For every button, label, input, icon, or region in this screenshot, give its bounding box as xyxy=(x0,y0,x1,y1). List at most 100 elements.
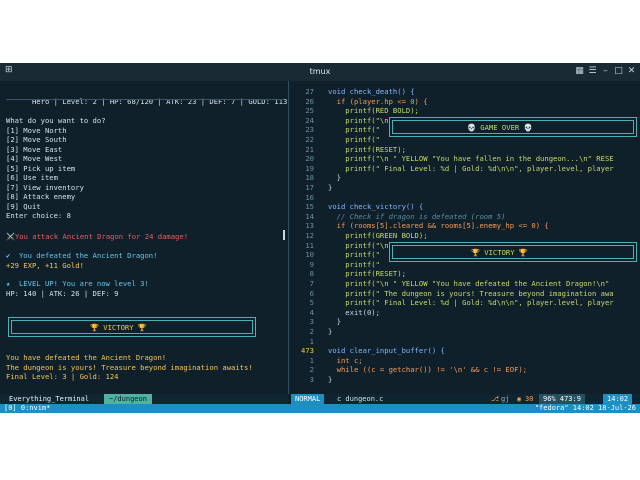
line-text: if (player.hp <= 0) { xyxy=(328,96,428,106)
file-name: c dungeon.c xyxy=(337,395,384,403)
cursor xyxy=(283,230,285,240)
code-line[interactable]: 16 xyxy=(291,193,640,203)
line-number: 20 xyxy=(305,154,314,164)
line-text: } xyxy=(328,173,341,183)
line-number: 1 xyxy=(309,355,314,365)
code-line[interactable]: 21 printf(RESET); xyxy=(291,145,640,155)
maximize-icon[interactable]: □ xyxy=(614,66,623,76)
prompt-text: What do you want to do? xyxy=(6,116,106,125)
code-line[interactable]: 2 while ((c = getchar()) != '\n' && c !=… xyxy=(291,365,640,375)
game-pane[interactable]: Hero | Level: 2 | HP: 68/120 | ATK: 23 |… xyxy=(0,81,287,394)
code-line[interactable]: 6 printf(" The dungeon is yours! Treasur… xyxy=(291,289,640,299)
status-path: ~/dungeon xyxy=(104,394,152,404)
line-number: 4 xyxy=(309,307,314,317)
pane-divider[interactable] xyxy=(288,81,289,394)
clock: 14:02 xyxy=(603,394,633,404)
mode-indicator: NORMAL xyxy=(291,394,325,404)
menu-icon[interactable]: ☰ xyxy=(588,66,597,76)
line-number: 473 xyxy=(301,346,314,356)
line-text: printf("\n " YELLOW "You have defeated t… xyxy=(328,279,610,288)
line-number: 3 xyxy=(309,317,314,327)
warning-count: 30 xyxy=(525,395,534,403)
terminal-window: ⊞ tmux ▦ ☰ – □ ✕ Hero | Level: 2 | HP: 6… xyxy=(0,63,640,413)
code-line[interactable]: 25 printf(RED BOLD); xyxy=(291,106,640,116)
close-icon[interactable]: ✕ xyxy=(627,66,636,76)
line-number: 7 xyxy=(309,279,314,288)
defeated-message: ✔ You defeated the Ancient Dragon! xyxy=(6,251,158,260)
cursor-position: 96% 473:9 xyxy=(539,394,585,404)
new-stats: HP: 140 | ATK: 26 | DEF: 9 xyxy=(6,289,119,298)
code-line[interactable]: 18 } xyxy=(291,173,640,183)
vim-statusline: NORMAL c dungeon.c ⎇ gj ◉ 30 96% 473:9 1… xyxy=(291,394,640,404)
status-left: Everything_Terminal xyxy=(6,394,93,404)
line-number: 8 xyxy=(309,269,314,279)
line-number: 5 xyxy=(309,298,314,308)
line-number: 24 xyxy=(305,115,314,125)
line-text: if (rooms[5].cleared && rooms[5].enemy_h… xyxy=(328,221,549,231)
victory-label: 🏆 VICTORY 🏆 xyxy=(90,323,147,332)
line-text: printf(" Final Level: %d | Gold: %d\n\n"… xyxy=(328,163,614,173)
line-number: 22 xyxy=(305,135,314,144)
code-line[interactable]: 2} xyxy=(291,327,640,337)
line-text: exit(0); xyxy=(328,307,380,317)
line-text: printf(" xyxy=(328,250,380,260)
code-line[interactable]: 7 printf("\n " YELLOW "You have defeated… xyxy=(291,279,640,289)
warning-icon: ◉ xyxy=(517,395,522,403)
line-text: printf(RED BOLD); xyxy=(328,106,419,116)
line-number: 2 xyxy=(309,365,314,375)
code-line[interactable]: 1 xyxy=(291,337,640,347)
line-text: } xyxy=(328,317,341,327)
line-number: 25 xyxy=(305,106,314,116)
line-text: void check_victory() { xyxy=(328,202,424,212)
reward-message: +29 EXP, +11 Gold! xyxy=(6,261,84,270)
tmux-right-status: "fedora" 14:02 18-Jul-26 xyxy=(534,404,636,412)
levelup-message: ★ LEVEL UP! You are now level 3! xyxy=(6,279,149,288)
attack-message: ⚔️You attack Ancient Dragon for 24 damag… xyxy=(6,232,189,241)
line-number: 26 xyxy=(305,96,314,106)
code-line[interactable]: 20 printf("\n " YELLOW "You have fallen … xyxy=(291,154,640,164)
code-line[interactable]: 13 if (rooms[5].cleared && rooms[5].enem… xyxy=(291,221,640,231)
line-text: } xyxy=(328,327,333,336)
line-text: printf("\n xyxy=(328,115,389,125)
code-line[interactable]: 8 printf(RESET); xyxy=(291,269,640,279)
code-line[interactable]: 14 // Check if dragon is defeated (room … xyxy=(291,212,640,222)
line-text: printf(" xyxy=(328,135,380,144)
code-line[interactable]: 15 void check_victory() { xyxy=(291,202,640,212)
line-number: 6 xyxy=(309,288,314,298)
code-line[interactable]: 473 void clear_input_buffer() { xyxy=(291,346,640,356)
git-branch-icon: ⎇ xyxy=(491,395,500,403)
code-line[interactable]: 4 exit(0); xyxy=(291,308,640,318)
line-text: printf(" xyxy=(328,259,380,269)
menu-item: [8] Attack enemy xyxy=(6,192,76,201)
code-line[interactable]: 3 } xyxy=(291,317,640,327)
code-line[interactable]: 1 int c; xyxy=(291,356,640,366)
divider xyxy=(6,99,284,100)
code-line[interactable]: 17} xyxy=(291,183,640,193)
final-line-1: You have defeated the Ancient Dragon! xyxy=(6,353,167,362)
line-text: printf(" The dungeon is yours! Treasure … xyxy=(328,288,614,298)
line-number: 10 xyxy=(305,250,314,260)
line-number: 23 xyxy=(305,125,314,135)
victory-label-code: 🏆 VICTORY 🏆 xyxy=(471,248,528,257)
line-text: printf("\n xyxy=(328,240,389,250)
line-text: printf(RESET); xyxy=(328,269,406,279)
line-text: while ((c = getchar()) != '\n' && c != E… xyxy=(328,365,528,375)
grid-icon[interactable]: ▦ xyxy=(575,66,584,76)
game-over-label: 💀 GAME OVER 💀 xyxy=(467,123,533,132)
tmux-window-list[interactable]: [0] 0:nvim* xyxy=(4,404,50,413)
line-number: 11 xyxy=(305,240,314,250)
code-line[interactable]: 5 printf(" Final Level: %d | Gold: %d\n\… xyxy=(291,298,640,308)
code-line[interactable]: 3} xyxy=(291,375,640,385)
tmux-status-bar: [0] 0:nvim* "fedora" 14:02 18-Jul-26 xyxy=(0,404,640,413)
code-line[interactable]: 27 void check_death() { xyxy=(291,87,640,97)
code-line[interactable]: 12 printf(GREEN BOLD); xyxy=(291,231,640,241)
menu-item: [4] Move West xyxy=(6,154,63,163)
line-number: 1 xyxy=(309,336,314,346)
editor-pane[interactable]: 27 void check_death() {26 if (player.hp <… xyxy=(291,81,640,394)
line-text: // Check if dragon is defeated (room 5) xyxy=(328,211,506,221)
hero-stats: Hero | Level: 2 | HP: 68/120 | ATK: 23 |… xyxy=(31,96,288,106)
code-line[interactable]: 19 printf(" Final Level: %d | Gold: %d\n… xyxy=(291,164,640,174)
line-number: 2 xyxy=(309,327,314,336)
code-line[interactable]: 26 if (player.hp <= 0) { xyxy=(291,97,640,107)
minimize-icon[interactable]: – xyxy=(601,66,610,76)
